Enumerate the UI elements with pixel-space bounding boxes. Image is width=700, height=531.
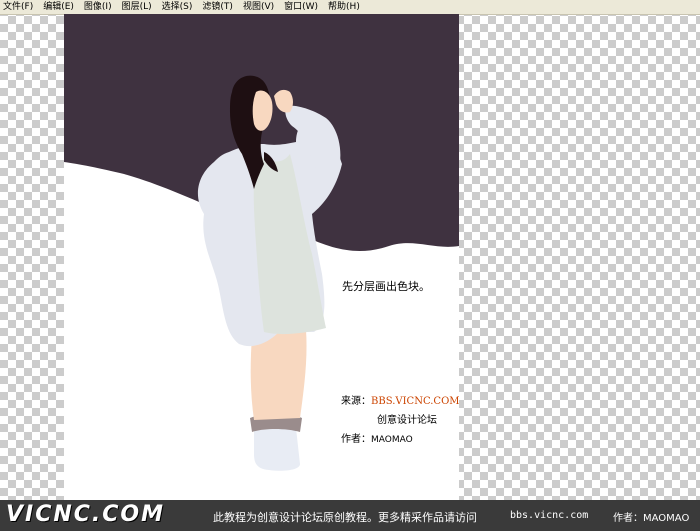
menu-image[interactable]: 图像(I) bbox=[79, 0, 117, 14]
menu-file[interactable]: 文件(F) bbox=[0, 0, 38, 14]
menu-edit[interactable]: 编辑(E) bbox=[38, 0, 79, 14]
menu-select[interactable]: 选择(S) bbox=[157, 0, 198, 14]
source-link[interactable]: BBS.VICNC.COM bbox=[371, 396, 459, 407]
source-label: 来源： bbox=[341, 396, 371, 407]
menu-bar: 文件(F) 编辑(E) 图像(I) 图层(L) 选择(S) 滤镜(T) 视图(V… bbox=[0, 0, 700, 15]
footer-bar: VICNC.COM 此教程为创意设计论坛原创教程。更多精采作品请访问 bbs.v… bbox=[0, 500, 700, 531]
source-row: 来源：BBS.VICNC.COM bbox=[341, 392, 459, 407]
document-canvas[interactable]: 先分层画出色块。 来源：BBS.VICNC.COM 创意设计论坛 作者：MAOM… bbox=[64, 14, 459, 500]
footer-author: 作者：MAOMAO bbox=[613, 513, 690, 524]
menu-filter[interactable]: 滤镜(T) bbox=[197, 0, 238, 14]
footer-url[interactable]: bbs.vicnc.com bbox=[510, 510, 588, 521]
author-label: 作者： bbox=[341, 434, 371, 445]
illustration bbox=[64, 14, 459, 471]
menu-help[interactable]: 帮助(H) bbox=[323, 0, 365, 14]
footer-notice: 此教程为创意设计论坛原创教程。更多精采作品请访问 bbox=[213, 511, 477, 524]
site-logo[interactable]: VICNC.COM bbox=[6, 502, 165, 527]
forum-name: 创意设计论坛 bbox=[377, 415, 437, 426]
menu-view[interactable]: 视图(V) bbox=[238, 0, 279, 14]
menu-window[interactable]: 窗口(W) bbox=[279, 0, 323, 14]
menu-layer[interactable]: 图层(L) bbox=[117, 0, 157, 14]
author-name: MAOMAO bbox=[371, 435, 413, 445]
step-caption: 先分层画出色块。 bbox=[342, 280, 430, 293]
author-row: 作者：MAOMAO bbox=[341, 430, 413, 445]
left-boot bbox=[254, 428, 300, 471]
